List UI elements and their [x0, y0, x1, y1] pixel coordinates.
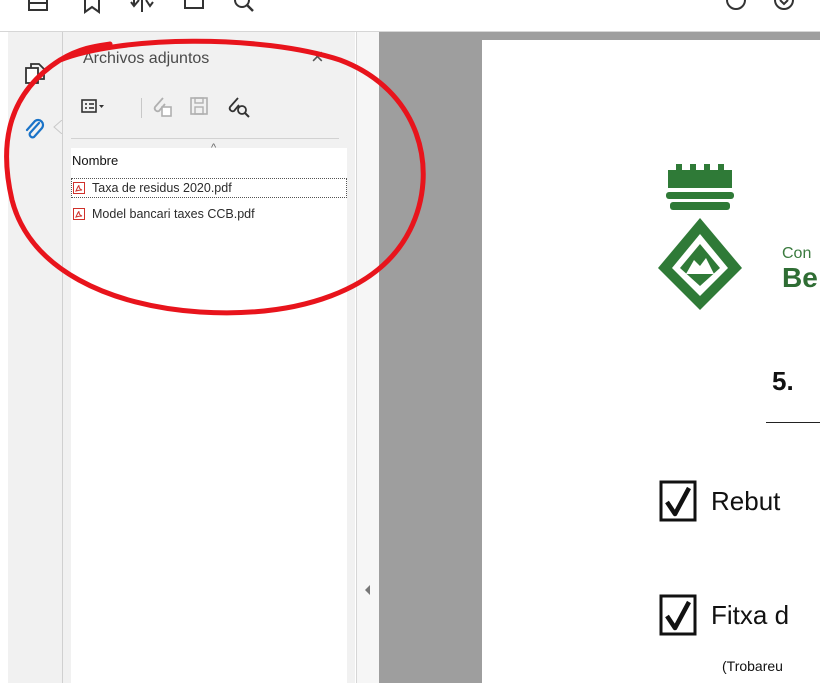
attachment-item[interactable]: Model bancari taxes CCB.pdf — [71, 204, 347, 224]
section-number: 5. — [772, 366, 794, 396]
download-icon[interactable] — [772, 0, 796, 14]
pdf-file-icon — [73, 208, 85, 220]
attachment-file-name: Model bancari taxes CCB.pdf — [92, 207, 255, 221]
help-icon[interactable] — [724, 0, 748, 14]
collapse-panel-arrow-icon[interactable] — [365, 585, 370, 595]
section-underline — [766, 422, 820, 423]
checklist-label: Rebut — [711, 486, 781, 516]
search-icon[interactable] — [232, 0, 256, 14]
panel-title: Archivos adjuntos — [83, 50, 210, 67]
checklist-label: Fitxa d — [711, 600, 790, 630]
bookmark-star-icon[interactable] — [80, 0, 104, 14]
pdf-file-icon — [73, 182, 85, 194]
municipal-crest-logo — [658, 164, 742, 310]
document-note-text: (Trobareu — [722, 658, 783, 674]
active-pane-caret — [53, 120, 62, 134]
top-toolbar — [0, 0, 820, 32]
attachment-item[interactable]: Taxa de residus 2020.pdf — [71, 178, 347, 198]
attachments-list: Nombre Taxa de residus 2020.pdf Model ba… — [71, 148, 347, 683]
panel-divider — [71, 138, 339, 139]
print-icon[interactable] — [182, 0, 206, 14]
column-header-name[interactable]: Nombre — [71, 153, 118, 168]
pages-copy-icon[interactable] — [24, 62, 46, 86]
panel-splitter[interactable] — [356, 32, 379, 683]
document-page[interactable] — [482, 40, 820, 683]
add-attachment-icon[interactable] — [149, 94, 175, 120]
attachment-file-name: Taxa de residus 2020.pdf — [92, 181, 232, 195]
options-list-icon[interactable] — [79, 94, 105, 120]
home-icon[interactable] — [26, 0, 50, 14]
save-attachment-icon[interactable] — [187, 94, 213, 120]
organization-name-large: Be — [782, 262, 818, 293]
attachments-panel: Archivos adjuntos × ^ Nombre Taxa de res… — [63, 32, 355, 683]
search-attachment-icon[interactable] — [225, 94, 251, 120]
share-icon[interactable] — [130, 0, 154, 14]
toolbar-separator — [141, 98, 142, 118]
attachments-toolbar — [79, 94, 349, 126]
organization-name-small: Con — [782, 245, 812, 262]
checked-box-icon — [659, 594, 697, 636]
attachment-paperclip-icon[interactable] — [24, 118, 46, 142]
checked-box-icon — [659, 480, 697, 522]
close-panel-button[interactable]: × — [311, 46, 324, 68]
